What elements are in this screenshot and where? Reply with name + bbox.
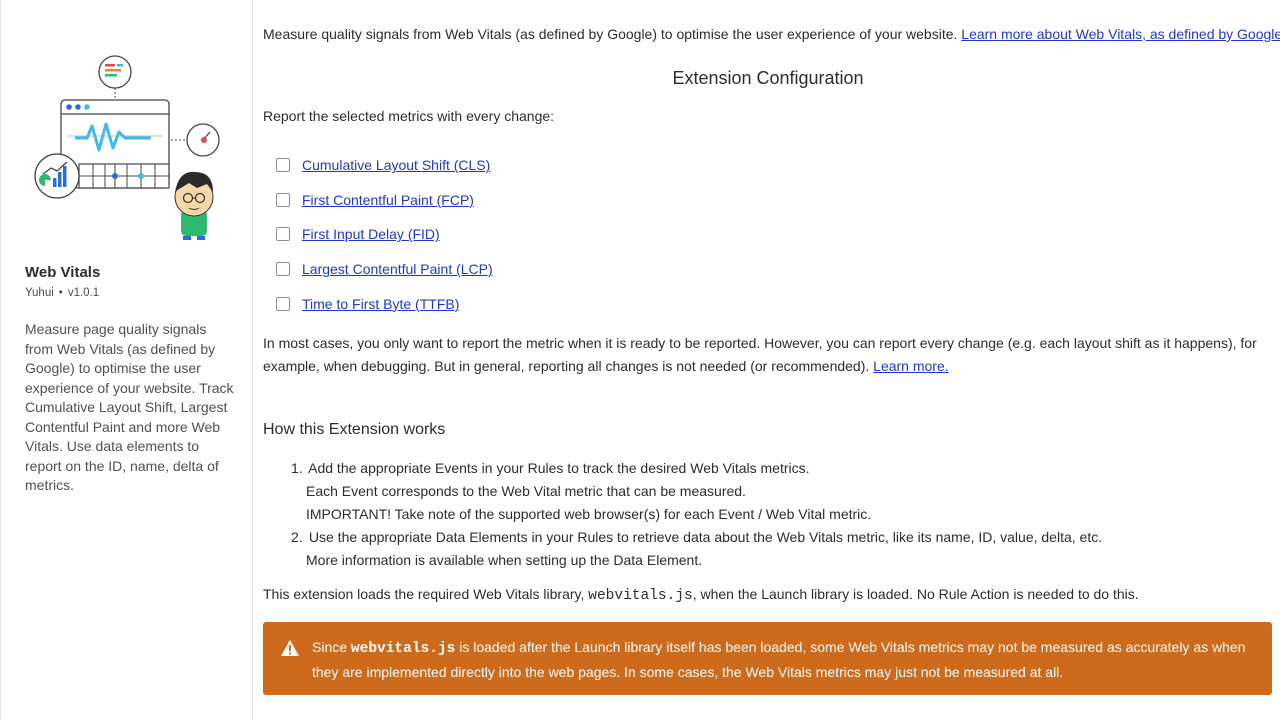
step-item: 1. Add the appropriate Events in your Ru… <box>291 457 1102 480</box>
warning-text-before: Since <box>312 639 348 655</box>
extension-version: v1.0.1 <box>67 287 100 299</box>
learn-more-web-vitals-link[interactable]: Learn more about Web Vitals, as defined … <box>961 26 1280 42</box>
learn-more-link[interactable]: Learn more. <box>873 358 948 374</box>
fid-checkbox[interactable] <box>276 227 290 242</box>
extension-author: Yuhui <box>25 287 54 299</box>
meta-separator: • <box>58 287 63 299</box>
metric-option-cls[interactable]: Cumulative Layout Shift (CLS) <box>276 148 493 183</box>
report-changes-note: In most cases, you only want to report t… <box>263 332 1263 378</box>
ttfb-link[interactable]: Time to First Byte (TTFB) <box>302 296 459 312</box>
lcp-checkbox[interactable] <box>276 262 290 277</box>
step-detail: IMPORTANT! Take note of the supported we… <box>306 506 872 522</box>
report-metrics-label: Report the selected metrics with every c… <box>263 108 555 124</box>
fcp-checkbox[interactable] <box>276 192 290 207</box>
how-it-works-heading: How this Extension works <box>263 421 446 438</box>
extension-configuration-panel: Measure quality signals from Web Vitals … <box>263 0 1280 720</box>
cls-link[interactable]: Cumulative Layout Shift (CLS) <box>302 157 490 173</box>
loads-text-after: , when the Launch library is loaded. No … <box>692 586 1139 602</box>
step-detail: Each Event corresponds to the Web Vital … <box>306 483 746 499</box>
loads-text-before: This extension loads the required Web Vi… <box>263 586 585 602</box>
step-number: 2. <box>291 529 303 545</box>
extension-meta: Yuhui • v1.0.1 <box>25 287 99 299</box>
cls-checkbox[interactable] <box>276 158 290 173</box>
warning-library-filename: webvitals.js <box>350 641 456 657</box>
metric-option-ttfb[interactable]: Time to First Byte (TTFB) <box>276 286 493 321</box>
accuracy-warning-banner: Since webvitals.js is loaded after the L… <box>263 622 1272 695</box>
note-text: In most cases, you only want to report t… <box>263 335 1257 374</box>
library-filename: webvitals.js <box>588 588 693 604</box>
warning-text: Since webvitals.js is loaded after the L… <box>312 636 1252 683</box>
ttfb-checkbox[interactable] <box>276 296 290 311</box>
configuration-title: Extension Configuration <box>672 68 864 88</box>
fid-link[interactable]: First Input Delay (FID) <box>302 226 440 242</box>
metric-checkbox-list: Cumulative Layout Shift (CLS) First Cont… <box>276 148 493 321</box>
extension-sidebar: Web Vitals Yuhui • v1.0.1 Measure page qua… <box>0 0 253 720</box>
web-vitals-illustration <box>34 55 220 240</box>
intro-paragraph: Measure quality signals from Web Vitals … <box>263 26 1280 42</box>
step-item: 2. Use the appropriate Data Elements in … <box>291 526 1102 549</box>
intro-text: Measure quality signals from Web Vitals … <box>263 26 958 42</box>
extension-name: Web Vitals <box>25 264 101 281</box>
fcp-link[interactable]: First Contentful Paint (FCP) <box>302 192 474 208</box>
extension-description: Measure page quality signals from Web Vi… <box>25 321 234 493</box>
step-number: 1. <box>291 460 303 476</box>
alert-triangle-icon <box>281 640 299 656</box>
metric-option-fcp[interactable]: First Contentful Paint (FCP) <box>276 183 493 218</box>
metric-option-lcp[interactable]: Largest Contentful Paint (LCP) <box>276 252 493 287</box>
step-text: Add the appropriate Events in your Rules… <box>308 460 810 476</box>
library-load-note: This extension loads the required Web Vi… <box>263 586 1139 604</box>
how-it-works-steps: 1. Add the appropriate Events in your Ru… <box>291 457 1102 572</box>
metric-option-fid[interactable]: First Input Delay (FID) <box>276 217 493 252</box>
lcp-link[interactable]: Largest Contentful Paint (LCP) <box>302 261 493 277</box>
step-detail: More information is available when setti… <box>306 552 703 568</box>
step-text: Use the appropriate Data Elements in you… <box>308 529 1103 545</box>
